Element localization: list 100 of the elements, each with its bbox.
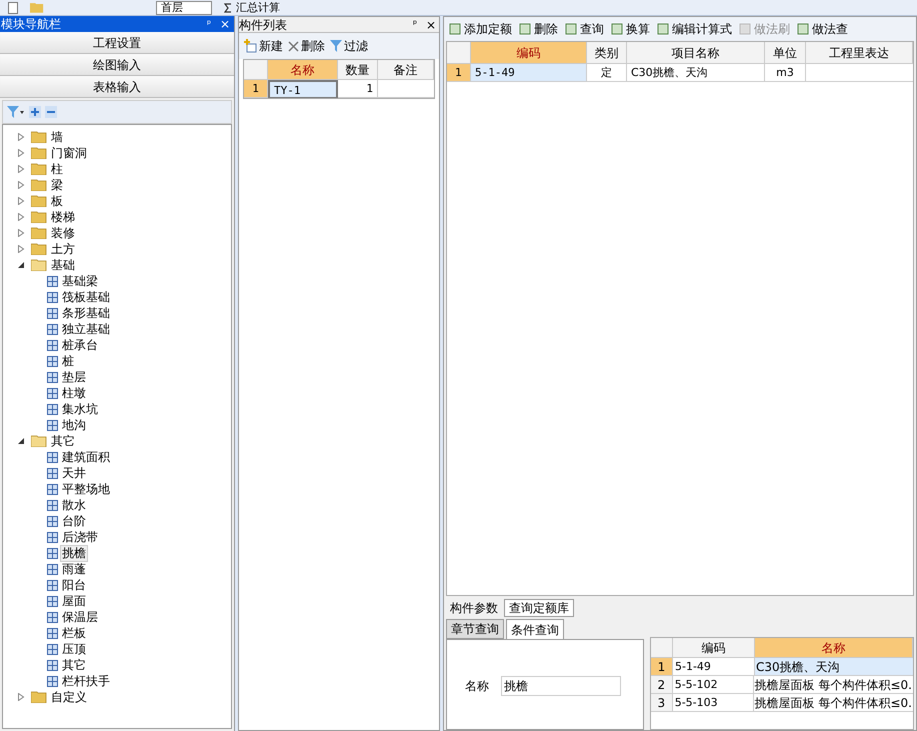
tree-item[interactable]: 垫层 (61, 370, 87, 384)
column-header[interactable]: 单位 (765, 42, 806, 64)
tree-folder[interactable]: 其它 (17, 433, 231, 449)
folder-label[interactable]: 柱 (51, 161, 63, 177)
folder-label[interactable]: 板 (51, 193, 63, 209)
expand-arrow-icon[interactable] (17, 693, 25, 701)
tool-icon (518, 22, 532, 36)
folder-label[interactable]: 楼梯 (51, 209, 75, 225)
tree-folder[interactable]: 土方 (17, 241, 231, 257)
tree-folder[interactable]: 柱 (17, 161, 231, 177)
column-header[interactable]: 类别 (587, 42, 627, 64)
column-header[interactable]: 项目名称 (627, 42, 765, 64)
pin-button[interactable]: ᵖ (201, 16, 217, 32)
expand-all-icon[interactable] (29, 106, 41, 118)
tree-item[interactable]: 集水坑 (61, 402, 99, 416)
tree-item[interactable]: 保温层 (61, 610, 99, 624)
tree-item[interactable]: 地沟 (61, 418, 87, 432)
close-button[interactable]: × (423, 16, 439, 34)
tree-folder[interactable]: 梁 (17, 177, 231, 193)
tree-item[interactable]: 屋面 (61, 594, 87, 608)
tree-item[interactable]: 柱墩 (61, 386, 87, 400)
pin-button[interactable]: ᵖ (407, 17, 423, 32)
column-header[interactable]: 编码 (471, 42, 587, 64)
component-icon (47, 420, 58, 430)
toolbar-button[interactable]: 过滤 (330, 37, 368, 55)
name-input[interactable]: 挑檐 (501, 676, 621, 696)
table-cell[interactable]: 挑檐屋面板 每个构件体积≤0. (754, 694, 913, 712)
tree-folder[interactable]: 基础 (17, 257, 231, 273)
tree-item[interactable]: 其它 (61, 658, 87, 672)
tree-item[interactable]: 桩承台 (61, 338, 99, 352)
tab[interactable]: 条件查询 (506, 619, 564, 639)
tree-item[interactable]: 栏杆扶手 (61, 674, 111, 688)
tree-item[interactable]: 台阶 (61, 514, 87, 528)
column-header[interactable]: 名称 (268, 60, 338, 80)
toolbar-button[interactable]: 删除 (288, 37, 325, 55)
tree-item[interactable]: 挑檐 (61, 546, 87, 560)
folder-icon (31, 195, 47, 207)
toolbar-button[interactable]: 编辑计算式 (656, 20, 732, 38)
tree-item[interactable]: 建筑面积 (61, 450, 111, 464)
toolbar-button[interactable]: 做法查 (796, 20, 848, 38)
tree-item[interactable]: 散水 (61, 498, 87, 512)
toolbar-button[interactable]: 删除 (518, 20, 558, 38)
collapse-arrow-icon[interactable] (17, 437, 25, 445)
tab[interactable]: 章节查询 (446, 619, 504, 639)
section-button[interactable]: 工程设置 (0, 32, 234, 54)
row-number: 3 (651, 694, 673, 712)
document-icon[interactable] (8, 2, 18, 14)
folder-label[interactable]: 装修 (51, 225, 75, 241)
folder-icon (31, 147, 47, 159)
tree-item[interactable]: 压顶 (61, 642, 87, 656)
tree-item[interactable]: 条形基础 (61, 306, 111, 320)
tree-item[interactable]: 桩 (61, 354, 75, 368)
section-button[interactable]: 表格输入 (0, 76, 234, 98)
component-icon (47, 612, 58, 622)
tree-item[interactable]: 栏板 (61, 626, 87, 640)
floor-dropdown[interactable]: 首层 (156, 0, 212, 14)
folder-label[interactable]: 基础 (51, 257, 75, 273)
toolbar-button[interactable]: 新建 (243, 37, 283, 55)
table-cell[interactable]: TY-1 (268, 80, 338, 98)
collapse-arrow-icon[interactable] (17, 261, 25, 269)
toolbar-button[interactable]: 换算 (610, 20, 650, 38)
folder-label[interactable]: 土方 (51, 241, 75, 257)
folder-icon (31, 179, 47, 191)
folder-label[interactable]: 门窗洞 (51, 145, 87, 161)
tree-item[interactable]: 雨蓬 (61, 562, 87, 576)
folder-label[interactable]: 梁 (51, 177, 63, 193)
close-button[interactable]: × (217, 15, 233, 33)
tab[interactable]: 查询定额库 (504, 599, 574, 617)
column-header[interactable]: 名称 (755, 638, 913, 658)
tree-folder[interactable]: 门窗洞 (17, 145, 231, 161)
sum-button[interactable]: 汇总计算 (224, 2, 280, 14)
folder-label[interactable]: 墙 (51, 129, 63, 145)
column-header[interactable]: 工程里表达 (806, 42, 913, 64)
filter-icon[interactable] (7, 106, 25, 118)
column-header[interactable]: 备注 (378, 60, 434, 80)
section-button[interactable]: 绘图输入 (0, 54, 234, 76)
tree-folder[interactable]: 自定义 (17, 689, 231, 705)
tree-item[interactable]: 阳台 (61, 578, 87, 592)
tree-item[interactable]: 筏板基础 (61, 290, 111, 304)
column-header[interactable]: 数量 (338, 60, 378, 80)
folder-label[interactable]: 自定义 (51, 689, 87, 705)
tree-folder[interactable]: 板 (17, 193, 231, 209)
table-cell[interactable]: C30挑檐、天沟 (755, 658, 913, 676)
folder-icon (31, 227, 47, 239)
column-header[interactable]: 编码 (673, 638, 755, 658)
component-icon (47, 484, 58, 494)
table-cell[interactable]: 挑檐屋面板 每个构件体积≤0. (754, 676, 913, 694)
tree-folder[interactable]: 装修 (17, 225, 231, 241)
tree-item[interactable]: 后浇带 (61, 530, 99, 544)
tree-folder[interactable]: 墙 (17, 129, 231, 145)
tree-item[interactable]: 天井 (61, 466, 87, 480)
folder-label[interactable]: 其它 (51, 433, 75, 449)
toolbar-button[interactable]: 查询 (564, 20, 604, 38)
tree-item[interactable]: 平整场地 (61, 482, 111, 496)
collapse-all-icon[interactable] (45, 106, 57, 118)
tree-folder[interactable]: 楼梯 (17, 209, 231, 225)
toolbar-button[interactable]: 添加定额 (448, 20, 512, 38)
tree-item[interactable]: 基础梁 (61, 274, 99, 288)
tree-item[interactable]: 独立基础 (61, 322, 111, 336)
component-icon (47, 372, 58, 382)
